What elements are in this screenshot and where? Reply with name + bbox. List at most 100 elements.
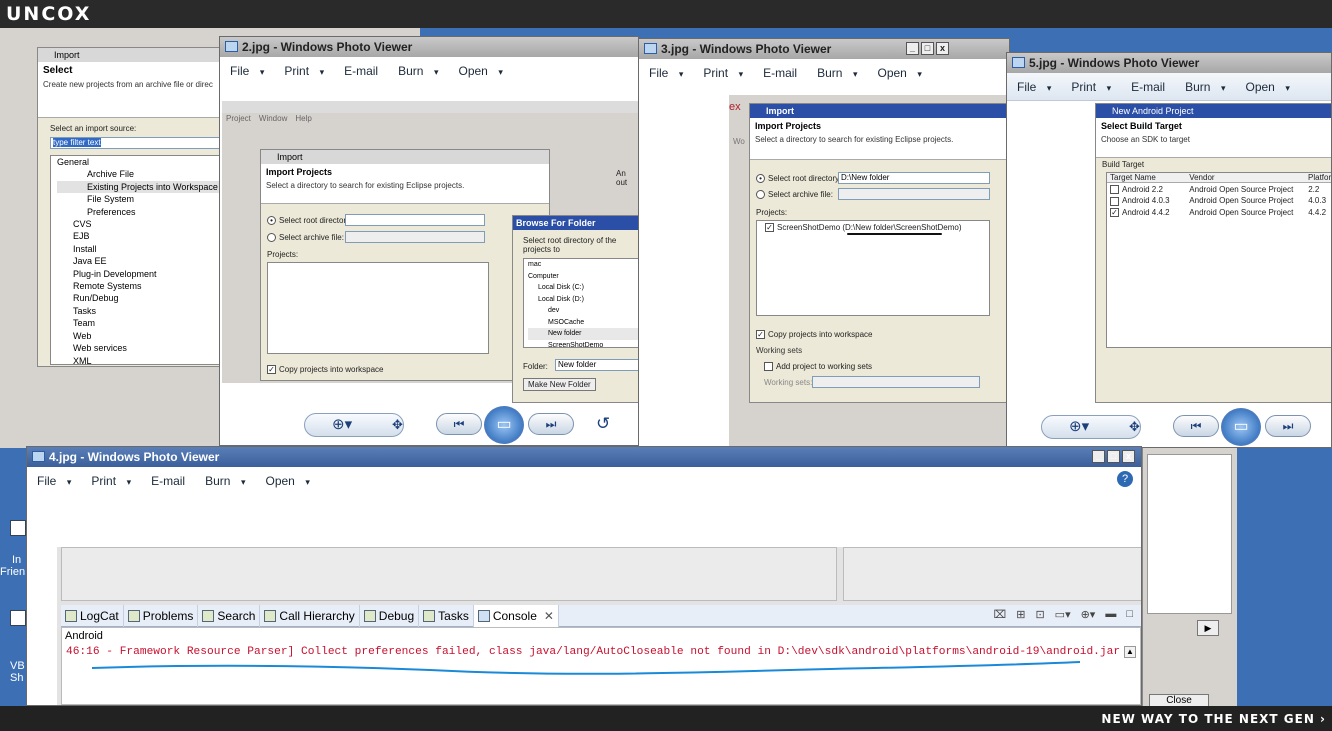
folder-item[interactable]: ScreenShotDemo (528, 340, 638, 352)
tree-item[interactable]: File System (57, 193, 221, 205)
previous-button[interactable]: ⏮ (436, 413, 482, 435)
rotate-icon[interactable]: ↺ (596, 414, 610, 434)
tree-item[interactable]: CVS (57, 218, 221, 230)
actual-size-icon[interactable]: ✥ (1129, 419, 1140, 435)
menu-burn[interactable]: Burn (817, 66, 857, 80)
pin-console-icon[interactable]: ⊡ (1035, 608, 1044, 621)
folder-input[interactable]: New folder (555, 359, 638, 371)
menu-email[interactable]: E-mail (763, 66, 797, 80)
menu-print[interactable]: Print (703, 66, 743, 80)
projects-list[interactable]: ✓ ScreenShotDemo (D:\New folder\ScreenSho… (756, 220, 990, 316)
next-button[interactable]: ⏭ (528, 413, 574, 435)
tab-search[interactable]: Search (198, 604, 261, 627)
menu-open[interactable]: Open (878, 66, 922, 80)
desktop-app-icon[interactable] (10, 520, 26, 536)
menu-email[interactable]: E-mail (151, 474, 185, 488)
menu-print[interactable]: Print (1071, 80, 1111, 94)
projects-list[interactable] (267, 262, 489, 354)
menu-open[interactable]: Open (459, 64, 503, 78)
archive-file-input[interactable] (345, 231, 485, 243)
target-checkbox[interactable] (1110, 196, 1119, 206)
menu-burn[interactable]: Burn (1185, 80, 1225, 94)
slideshow-button[interactable]: ▭ (1221, 408, 1261, 446)
scroll-right-button[interactable]: ▶ (1197, 620, 1219, 636)
filter-input[interactable]: type filter text (53, 138, 101, 147)
menu-file[interactable]: File (230, 64, 264, 78)
menu-print[interactable]: Print (284, 64, 324, 78)
menu-file[interactable]: File (649, 66, 683, 80)
help-icon[interactable]: ? (1117, 471, 1133, 487)
folder-item[interactable]: mac (528, 259, 638, 271)
menu-burn[interactable]: Burn (398, 64, 438, 78)
tab-tasks[interactable]: Tasks (419, 604, 474, 627)
tree-item[interactable]: Remote Systems (57, 280, 221, 292)
menu-email[interactable]: E-mail (344, 64, 378, 78)
folder-item[interactable]: Local Disk (D:) (528, 294, 638, 306)
table-row[interactable]: Android 2.2 Android Open Source Project … (1107, 185, 1331, 195)
display-console-icon[interactable]: ▭▾ (1055, 608, 1071, 621)
menu-file[interactable]: File (1017, 80, 1051, 94)
scroll-lock-icon[interactable]: ⊞ (1016, 608, 1025, 621)
tab-call-hierarchy[interactable]: Call Hierarchy (260, 604, 360, 627)
menu-open[interactable]: Open (1246, 80, 1290, 94)
slideshow-button[interactable]: ▭ (484, 406, 524, 444)
menu-file[interactable]: File (37, 474, 71, 488)
tree-item[interactable]: Java EE (57, 255, 221, 267)
column-header[interactable]: Platform (1305, 173, 1331, 182)
zoom-icon[interactable]: ⊕▾ (1069, 417, 1089, 435)
close-window-button[interactable]: x (1122, 450, 1135, 463)
scroll-up-icon[interactable]: ▲ (1124, 646, 1136, 658)
menu-burn[interactable]: Burn (205, 474, 245, 488)
menu-email[interactable]: E-mail (1131, 80, 1165, 94)
tree-item[interactable]: Web (57, 330, 221, 342)
target-checkbox[interactable]: ✓ (1110, 208, 1119, 218)
tree-item[interactable]: Install (57, 243, 221, 255)
archive-file-input[interactable] (838, 188, 990, 200)
tree-item[interactable]: EJB (57, 230, 221, 242)
copy-projects-checkbox[interactable]: ✓ Copy projects into workspace (756, 330, 873, 340)
tab-logcat[interactable]: LogCat (61, 604, 124, 627)
target-checkbox[interactable] (1110, 185, 1119, 195)
clear-console-icon[interactable]: ⌧ (994, 608, 1007, 621)
add-working-sets-checkbox[interactable]: Add project to working sets (764, 362, 872, 372)
column-header[interactable]: Vendor (1186, 173, 1305, 182)
menu-print[interactable]: Print (91, 474, 131, 488)
radio-archive-file[interactable]: Select archive file: (267, 233, 344, 243)
tab-problems[interactable]: Problems (124, 604, 199, 627)
tree-item[interactable]: Preferences (57, 206, 221, 218)
root-directory-input[interactable] (345, 214, 485, 226)
tree-item[interactable]: General (57, 156, 221, 168)
open-console-icon[interactable]: ⊕▾ (1081, 608, 1096, 621)
close-tab-icon[interactable]: ✕ (544, 605, 554, 627)
minimize-view-icon[interactable]: ▬ (1105, 608, 1116, 621)
previous-button[interactable]: ⏮ (1173, 415, 1219, 437)
folder-item[interactable]: Local Disk (C:) (528, 282, 638, 294)
folder-item[interactable]: New folder (528, 328, 638, 340)
folder-item[interactable]: Computer (528, 271, 638, 283)
actual-size-icon[interactable]: ✥ (392, 417, 403, 433)
tree-item[interactable]: Tasks (57, 305, 221, 317)
tree-item[interactable]: XML (57, 355, 221, 365)
working-sets-select[interactable] (812, 376, 980, 388)
minimize-button[interactable]: _ (1092, 450, 1105, 463)
tree-item[interactable]: Team (57, 317, 221, 329)
tree-item[interactable]: Web services (57, 342, 221, 354)
radio-archive-file[interactable]: Select archive file: (756, 190, 833, 200)
zoom-icon[interactable]: ⊕▾ (332, 415, 352, 433)
copy-projects-checkbox[interactable]: ✓ Copy projects into workspace (267, 365, 384, 375)
radio-root-directory[interactable]: • Select root directory: (756, 174, 841, 184)
tab-debug[interactable]: Debug (360, 604, 420, 627)
radio-root-directory[interactable]: • Select root directory: (267, 216, 352, 226)
table-row[interactable]: Android 4.0.3 Android Open Source Projec… (1107, 196, 1331, 206)
folder-item[interactable]: dev (528, 305, 638, 317)
table-row[interactable]: ✓ Android 4.4.2 Android Open Source Proje… (1107, 208, 1331, 218)
folder-item[interactable]: MSOCache (528, 317, 638, 329)
column-header[interactable]: Target Name (1107, 173, 1186, 182)
desktop-app-icon[interactable] (10, 610, 26, 626)
next-button[interactable]: ⏭ (1265, 415, 1311, 437)
maximize-button[interactable]: □ (1107, 450, 1120, 463)
tree-item[interactable]: Existing Projects into Workspace (57, 180, 221, 194)
tree-item[interactable]: Run/Debug (57, 292, 221, 304)
make-new-folder-button[interactable]: Make New Folder (523, 378, 596, 391)
menu-open[interactable]: Open (266, 474, 310, 488)
